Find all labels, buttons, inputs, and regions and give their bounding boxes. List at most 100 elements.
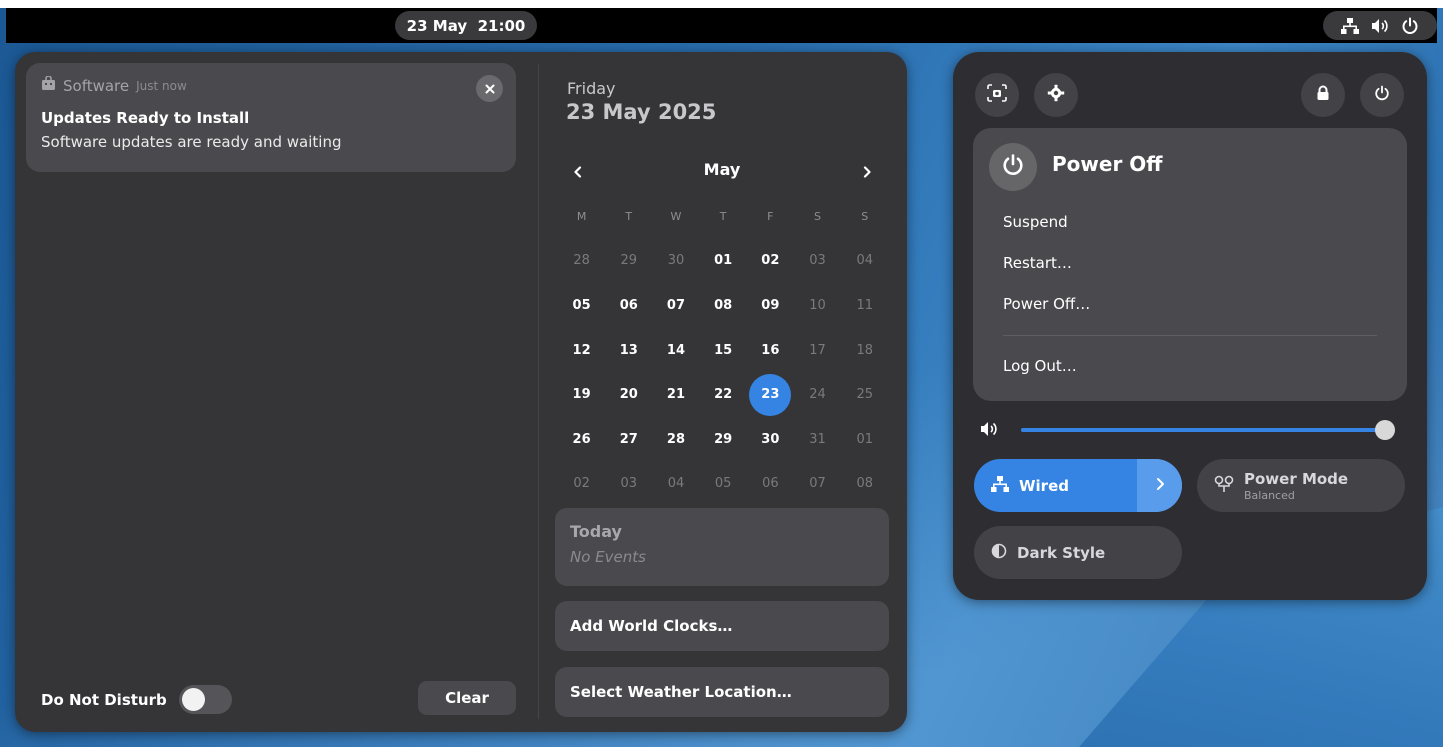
settings-icon xyxy=(1047,84,1065,106)
lock-icon xyxy=(1316,85,1330,105)
calendar-day[interactable]: 05 xyxy=(558,283,605,328)
dark-style-toggle[interactable]: Dark Style xyxy=(974,526,1182,579)
calendar-day[interactable]: 04 xyxy=(841,239,888,284)
dark-style-icon xyxy=(991,543,1007,563)
calendar-day[interactable]: 03 xyxy=(794,239,841,284)
calendar-day[interactable]: 28 xyxy=(558,239,605,284)
calendar-day[interactable]: 15 xyxy=(700,328,747,373)
calendar-day[interactable]: 07 xyxy=(652,283,699,328)
calendar-day[interactable]: 06 xyxy=(605,283,652,328)
calendar-day[interactable]: 21 xyxy=(652,372,699,417)
calendar-day-today[interactable]: 23 xyxy=(747,372,794,417)
calendar-day-number: 31 xyxy=(809,431,826,447)
calendar-day[interactable]: 10 xyxy=(794,283,841,328)
power-off-menu-item[interactable]: Power Off… xyxy=(1003,295,1090,313)
calendar-day[interactable]: 02 xyxy=(558,462,605,507)
volume-slider[interactable] xyxy=(1021,428,1389,432)
close-icon[interactable] xyxy=(476,75,503,102)
previous-month-button[interactable] xyxy=(565,159,591,185)
menu-divider xyxy=(538,64,539,719)
calendar-day[interactable]: 03 xyxy=(605,462,652,507)
calendar-day[interactable]: 13 xyxy=(605,328,652,373)
power-button[interactable] xyxy=(1360,73,1404,117)
calendar-day-number: 20 xyxy=(619,387,638,403)
calendar-day[interactable]: 28 xyxy=(652,417,699,462)
calendar-day-number: 26 xyxy=(572,431,591,447)
calendar-day[interactable]: 04 xyxy=(652,462,699,507)
calendar-day[interactable]: 22 xyxy=(700,372,747,417)
calendar-day[interactable]: 16 xyxy=(747,328,794,373)
do-not-disturb: Do Not Disturb xyxy=(41,685,232,714)
calendar-day[interactable]: 07 xyxy=(794,462,841,507)
weekday-header: M xyxy=(576,209,587,223)
add-world-clocks-button[interactable]: Add World Clocks… xyxy=(555,601,889,651)
network-wired-icon xyxy=(1341,17,1359,34)
calendar-day[interactable]: 29 xyxy=(700,417,747,462)
calendar-day[interactable]: 31 xyxy=(794,417,841,462)
restart-menu-item[interactable]: Restart… xyxy=(1003,254,1072,272)
wired-toggle-main[interactable]: Wired xyxy=(974,475,1137,496)
power-mode-value: Balanced xyxy=(1244,488,1295,502)
volume-icon[interactable] xyxy=(980,421,1000,441)
calendar-day-number: 11 xyxy=(856,297,873,313)
calendar-day[interactable]: 27 xyxy=(605,417,652,462)
power-mode-toggle[interactable]: Power Mode Balanced xyxy=(1197,459,1405,512)
calendar-day-number: 07 xyxy=(809,476,826,492)
weekday-header: S xyxy=(814,209,822,223)
calendar-day[interactable]: 12 xyxy=(558,328,605,373)
calendar-day[interactable]: 01 xyxy=(841,417,888,462)
calendar-day-number: 02 xyxy=(573,476,590,492)
calendar-day-number: 04 xyxy=(856,253,873,269)
calendar-day-number: 08 xyxy=(714,297,733,313)
next-month-button[interactable] xyxy=(854,159,880,185)
notification-card[interactable]: Software Just now Updates Ready to Insta… xyxy=(26,63,516,172)
calendar-day[interactable]: 19 xyxy=(558,372,605,417)
calendar-day[interactable]: 11 xyxy=(841,283,888,328)
calendar-full-date[interactable]: 23 May 2025 xyxy=(566,100,716,124)
volume-slider-handle[interactable] xyxy=(1375,420,1396,440)
calendar-day-number: 15 xyxy=(714,342,733,358)
calendar-day[interactable]: 09 xyxy=(747,283,794,328)
calendar-day-number: 02 xyxy=(761,253,780,269)
calendar-day[interactable]: 30 xyxy=(747,417,794,462)
do-not-disturb-toggle[interactable] xyxy=(178,685,232,714)
calendar-day[interactable]: 14 xyxy=(652,328,699,373)
dark-style-label: Dark Style xyxy=(1017,543,1106,562)
settings-button[interactable] xyxy=(1034,73,1078,117)
calendar-day-number: 19 xyxy=(572,387,591,403)
calendar-day-number: 09 xyxy=(761,297,780,313)
calendar-day-number: 25 xyxy=(856,387,873,403)
calendar-day[interactable]: 26 xyxy=(558,417,605,462)
system-status-button[interactable] xyxy=(1323,11,1437,40)
select-weather-location-button[interactable]: Select Weather Location… xyxy=(555,667,889,717)
screenshot-icon xyxy=(987,84,1007,106)
calendar-day[interactable]: 24 xyxy=(794,372,841,417)
calendar-day[interactable]: 08 xyxy=(841,462,888,507)
events-card[interactable]: Today No Events xyxy=(555,508,889,586)
lock-button[interactable] xyxy=(1301,73,1345,117)
suspend-menu-item[interactable]: Suspend xyxy=(1003,213,1068,231)
calendar-day[interactable]: 18 xyxy=(841,328,888,373)
calendar-day[interactable]: 08 xyxy=(700,283,747,328)
clock-button[interactable]: 23 May 21:00 xyxy=(395,11,537,40)
calendar-day[interactable]: 05 xyxy=(700,462,747,507)
calendar-day[interactable]: 25 xyxy=(841,372,888,417)
calendar-day[interactable]: 30 xyxy=(652,239,699,284)
power-off-circle xyxy=(989,143,1037,191)
wired-toggle[interactable]: Wired xyxy=(974,459,1182,512)
calendar-day[interactable]: 06 xyxy=(747,462,794,507)
calendar-day[interactable]: 20 xyxy=(605,372,652,417)
calendar-day-number: 28 xyxy=(573,253,590,269)
calendar-day-number: 07 xyxy=(666,297,686,313)
calendar-day[interactable]: 29 xyxy=(605,239,652,284)
calendar-day-number: 16 xyxy=(761,342,780,358)
calendar-day[interactable]: 02 xyxy=(747,239,794,284)
screenshot-button[interactable] xyxy=(975,73,1019,117)
calendar-day[interactable]: 01 xyxy=(700,239,747,284)
calendar-day[interactable]: 17 xyxy=(794,328,841,373)
clear-button[interactable]: Clear xyxy=(418,681,516,715)
log-out-menu-item[interactable]: Log Out… xyxy=(1003,357,1077,375)
calendar-day-number: 22 xyxy=(714,387,733,403)
wired-menu-arrow[interactable] xyxy=(1137,459,1182,512)
power-off-title: Power Off xyxy=(1052,152,1163,176)
